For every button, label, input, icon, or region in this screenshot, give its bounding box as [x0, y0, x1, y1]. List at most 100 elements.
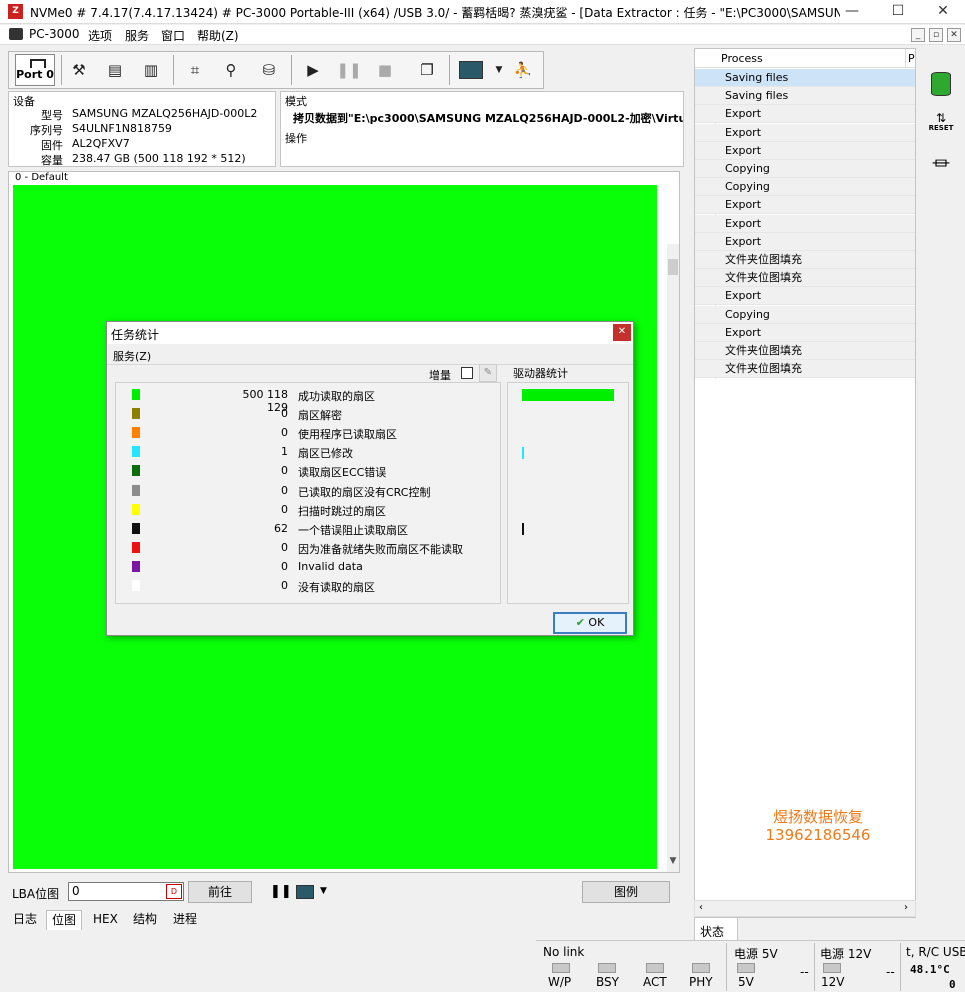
legend-swatch [132, 389, 140, 400]
power-5v-value: -- [800, 965, 809, 979]
go-button[interactable]: 前往 [188, 881, 252, 903]
legend-swatch [132, 560, 140, 572]
stat-label: 扫描时跳过的扇区 [298, 504, 386, 518]
mdi-minimize-button[interactable]: _ [911, 28, 925, 42]
process-column-header[interactable]: Process [721, 52, 763, 65]
process-row[interactable]: 文件夹位图填充 [695, 342, 915, 360]
menu-window[interactable]: 窗口 [161, 27, 185, 44]
map-scroll-thumb[interactable] [668, 259, 678, 275]
led-act [646, 963, 664, 973]
power-12v-value: -- [886, 965, 895, 979]
legend-swatch [132, 408, 140, 420]
legend-swatch [132, 446, 140, 458]
process-row[interactable]: Export [695, 287, 915, 306]
hex-edit-icon[interactable]: ⌗ [181, 56, 209, 84]
led-phy-label: PHY [689, 975, 713, 989]
tab-log[interactable]: 日志 [8, 910, 42, 930]
process-row[interactable]: 文件夹位图填充 [695, 269, 915, 288]
menu-bar: PC-3000 选项 服务 窗口 帮助(Z) _ ▫ ✕ [0, 25, 965, 45]
column-divider [905, 49, 906, 68]
database-icon[interactable] [928, 72, 954, 100]
process-horizontal-scrollbar[interactable]: ‹ › [694, 900, 916, 917]
power-toggle-icon[interactable]: ⏛ [928, 150, 954, 178]
disk-export-icon[interactable]: ⛁ [255, 56, 283, 84]
model-label: 型号 [41, 109, 63, 122]
stat-count: 0 [281, 464, 288, 478]
stop-icon[interactable]: ■ [371, 56, 399, 84]
process-row[interactable]: Copying [695, 160, 915, 178]
reset-icon[interactable]: ⇅ RESET [928, 112, 954, 140]
process-row[interactable]: Export [695, 141, 915, 160]
dialog-title-bar: 任务统计 ✕ [107, 322, 633, 344]
pause-map-icon[interactable]: ❚❚ [270, 884, 292, 899]
play-icon[interactable]: ▶ [299, 56, 327, 84]
scroll-right-icon[interactable]: › [904, 902, 908, 913]
percent-icon[interactable]: ▥ [137, 56, 165, 84]
search-binoculars-icon[interactable]: ⚲ [217, 56, 245, 84]
mdi-restore-button[interactable]: ▫ [929, 28, 943, 42]
dialog-menu-service[interactable]: 服务(Z) [113, 348, 151, 364]
tab-process[interactable]: 进程 [168, 910, 202, 930]
stat-label: Invalid data [298, 559, 363, 573]
process-row[interactable]: Export [695, 232, 915, 251]
maximize-button[interactable]: ☐ [875, 0, 921, 24]
sector-map-icon[interactable] [459, 61, 483, 79]
process-row[interactable]: Saving files [695, 69, 915, 87]
menu-options[interactable]: 选项 [88, 27, 112, 44]
serial-label: 序列号 [30, 124, 63, 137]
check-icon: ✔ [575, 616, 585, 629]
process-row[interactable]: Saving files [695, 87, 915, 106]
toolbar-separator [449, 55, 450, 85]
increment-checkbox[interactable] [461, 367, 473, 379]
menu-help[interactable]: 帮助(Z) [197, 27, 239, 44]
legend-swatch [132, 580, 140, 591]
process-row[interactable]: Export [695, 123, 915, 142]
tab-bitmap[interactable]: 位图 [46, 910, 83, 930]
minimize-button[interactable]: — [829, 0, 875, 24]
process-row[interactable]: Copying [695, 305, 915, 324]
tab-structure[interactable]: 结构 [128, 910, 162, 930]
dialog-close-button[interactable]: ✕ [613, 324, 631, 341]
mdi-close-button[interactable]: ✕ [947, 28, 961, 42]
operation-label: 操作 [285, 132, 307, 145]
tab-status[interactable]: 状态 [694, 918, 738, 942]
model-value: SAMSUNG MZALQ256HAJD-000L2 [72, 107, 258, 120]
lba-label: LBA位图 [12, 887, 60, 901]
title-bar: Z NVMe0 # 7.4.17(7.4.17.13424) # PC-3000… [0, 0, 965, 24]
port-button[interactable]: Port 0 [15, 54, 55, 86]
window-title: NVMe0 # 7.4.17(7.4.17.13424) # PC-3000 P… [30, 6, 840, 20]
map-vertical-scrollbar[interactable] [667, 244, 679, 872]
process-row[interactable]: 文件夹位图填充 [695, 251, 915, 269]
process-row[interactable]: Export [695, 214, 915, 233]
map-mode-chevron-icon[interactable]: ▼ [320, 886, 327, 896]
capacity-value: 238.47 GB (500 118 192 * 512) [72, 152, 246, 165]
menu-pc3000[interactable]: PC-3000 [29, 27, 79, 41]
process-row[interactable]: Copying [695, 178, 915, 197]
drive-info-icon[interactable]: ▤ [101, 56, 129, 84]
process-row[interactable]: 文件夹位图填充 [695, 360, 915, 379]
stat-label: 没有读取的扇区 [298, 581, 375, 594]
menu-service[interactable]: 服务 [125, 27, 149, 44]
tab-hex[interactable]: HEX [88, 910, 123, 930]
ok-button[interactable]: ✔ OK [553, 612, 627, 634]
process-row[interactable]: Export [695, 323, 915, 342]
close-button[interactable]: ✕ [920, 0, 965, 24]
p-column-header[interactable]: P [908, 52, 915, 65]
scroll-down-icon[interactable]: ▼ [667, 856, 679, 870]
process-row[interactable]: Export [695, 105, 915, 124]
legend-swatch [132, 484, 140, 496]
legend-button[interactable]: 图例 [582, 881, 670, 903]
process-row[interactable]: Export [695, 196, 915, 215]
scroll-left-icon[interactable]: ‹ [699, 902, 703, 913]
brush-icon[interactable]: ✎ [479, 364, 497, 382]
statistics-list: 500 118 129 成功读取的扇区 0 扇区解密 0 使用程序已读取扇区 1 扇区已修改 0… [115, 382, 501, 604]
led-phy [692, 963, 710, 973]
power-12v-label: 电源 12V [820, 947, 872, 961]
run-script-icon[interactable]: ⛹ [509, 56, 537, 84]
copy-windows-icon[interactable]: ❐ [413, 56, 441, 84]
map-mode-icon[interactable] [296, 885, 314, 899]
bar-error [522, 523, 524, 535]
tools-icon[interactable]: ⚒ [65, 56, 93, 84]
decimal-hex-toggle-icon[interactable]: D [166, 884, 182, 899]
pause-icon[interactable]: ❚❚ [335, 56, 363, 84]
